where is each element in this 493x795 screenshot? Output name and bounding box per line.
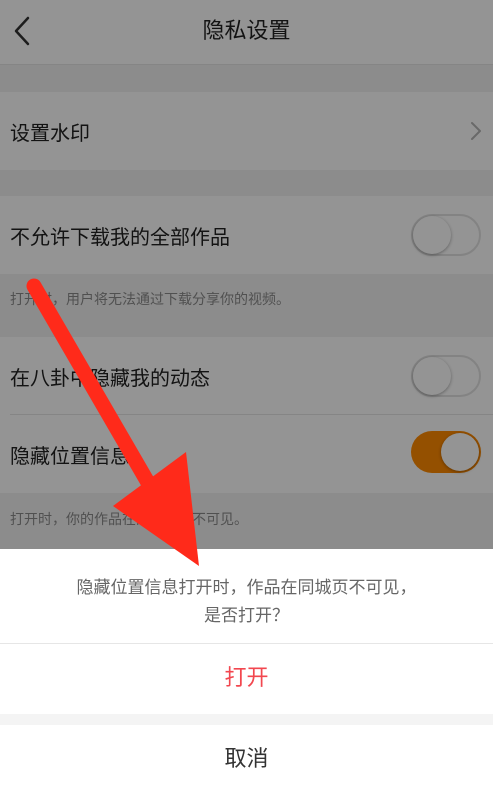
action-sheet: 隐藏位置信息打开时，作品在同城页不可见， 是否打开？ 打开 取消 [0, 549, 493, 795]
cancel-button[interactable]: 取消 [0, 725, 493, 795]
privacy-settings-screen: 隐私设置 设置水印 不允许下载我的全部作品 打开时，用户将无法通过下载分享你的视… [0, 0, 493, 795]
confirm-open-button[interactable]: 打开 [0, 644, 493, 714]
sheet-message: 隐藏位置信息打开时，作品在同城页不可见， 是否打开？ [0, 549, 493, 644]
sheet-message-line-2: 是否打开？ [204, 606, 289, 626]
sheet-message-line-1: 隐藏位置信息打开时，作品在同城页不可见， [76, 578, 417, 598]
